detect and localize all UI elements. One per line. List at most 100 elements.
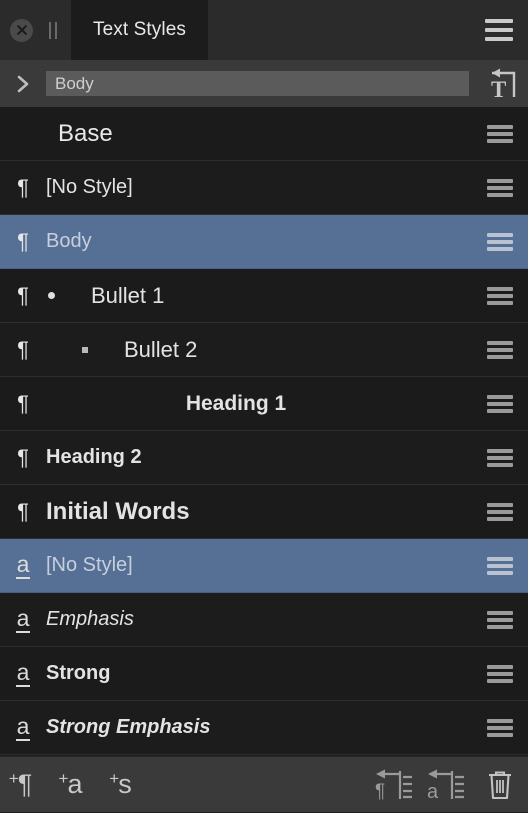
redefine-paragraph-style-button[interactable]: ¶ [368, 757, 420, 813]
row-menu-button[interactable] [472, 718, 528, 737]
style-name: Emphasis [46, 608, 134, 630]
row-menu-button[interactable] [472, 448, 528, 467]
pilcrow-icon: ¶ [17, 174, 29, 200]
pilcrow-icon: ¶ [17, 336, 29, 362]
hamburger-menu-icon [485, 19, 513, 41]
bottom-toolbar: + ¶ + a + s ¶ a [0, 756, 528, 812]
panel-titlebar: Text Styles [0, 0, 528, 60]
row-menu-button[interactable] [472, 286, 528, 305]
style-name: Strong Emphasis [46, 716, 211, 738]
titlebar-filler [207, 0, 470, 60]
section-glyph: s [118, 769, 132, 799]
row-menu-button[interactable] [472, 394, 528, 413]
redefine-paragraph-style-icon: ¶ [375, 769, 412, 802]
list-item[interactable]: a Strong Emphasis [0, 701, 528, 755]
redefine-character-style-icon: a [427, 769, 464, 803]
style-list[interactable]: Base ¶ [No Style] ¶ Body ¶ Bullet 1 ¶ Bu… [0, 107, 528, 756]
new-character-style-icon: + a [58, 769, 83, 799]
expand-tree-button[interactable] [0, 72, 46, 96]
titlebar-left-controls [0, 0, 59, 60]
style-name: Initial Words [46, 497, 190, 525]
row-menu-button[interactable] [472, 232, 528, 251]
bullet-level1-icon [48, 292, 55, 299]
style-name: Heading 2 [46, 446, 142, 468]
hamburger-menu-icon [487, 718, 513, 737]
plus-glyph: + [58, 769, 69, 788]
style-name: Bullet 1 [91, 282, 165, 308]
style-name-row: Bullet 2 [46, 337, 472, 363]
style-name: [No Style] [46, 176, 133, 198]
hamburger-menu-icon [487, 340, 513, 359]
style-name: Base [58, 119, 113, 147]
panel-menu-button[interactable] [470, 0, 528, 60]
hamburger-menu-icon [487, 610, 513, 629]
hamburger-menu-icon [487, 124, 513, 143]
hamburger-menu-icon [487, 394, 513, 413]
character-style-icon: a [15, 605, 31, 633]
hamburger-menu-icon [487, 178, 513, 197]
drag-grip-icon[interactable] [47, 18, 59, 43]
hamburger-menu-icon [487, 448, 513, 467]
new-character-style-button[interactable]: + a [50, 757, 100, 813]
svg-text:¶: ¶ [375, 781, 385, 802]
row-menu-button[interactable] [472, 502, 528, 521]
row-menu-button[interactable] [472, 340, 528, 359]
redefine-character-style-button[interactable]: a [420, 757, 472, 813]
style-name: Bullet 2 [124, 336, 198, 362]
style-name: [No Style] [46, 554, 133, 576]
row-menu-button[interactable] [472, 124, 528, 143]
list-item[interactable]: ¶ Body [0, 215, 528, 269]
tab-label: Text Styles [93, 19, 186, 40]
row-menu-button[interactable] [472, 664, 528, 683]
list-item[interactable]: a Strong [0, 647, 528, 701]
list-item[interactable]: a [No Style] [0, 539, 528, 593]
character-style-icon: a [15, 551, 31, 579]
plus-glyph: + [8, 769, 19, 788]
hamburger-menu-icon [487, 556, 513, 575]
list-item[interactable]: a Emphasis [0, 593, 528, 647]
row-menu-button[interactable] [472, 178, 528, 197]
list-item[interactable]: Base [0, 107, 528, 161]
new-paragraph-style-icon: + ¶ [9, 769, 33, 799]
hamburger-menu-icon [487, 502, 513, 521]
plus-glyph: + [109, 769, 120, 788]
delete-style-button[interactable] [472, 757, 528, 813]
style-name: Heading 1 [185, 391, 287, 415]
style-name-row: Bullet 1 [46, 283, 472, 309]
new-section-style-button[interactable]: + s [100, 757, 150, 813]
apply-text-style-icon: T [491, 68, 516, 102]
row-menu-button[interactable] [472, 556, 528, 575]
bullet-level2-icon [82, 346, 88, 353]
apply-text-style-button[interactable]: T [472, 60, 528, 107]
pilcrow-icon: ¶ [17, 282, 29, 308]
close-icon[interactable] [10, 18, 33, 42]
list-item[interactable]: ¶ Bullet 2 [0, 323, 528, 377]
current-style-value: Body [55, 73, 94, 93]
text-styles-panel: Text Styles Body T Base ¶ [No Style] ¶ B… [0, 0, 528, 812]
current-style-bar: Body T [0, 60, 528, 107]
hamburger-menu-icon [487, 286, 513, 305]
svg-text:T: T [491, 77, 506, 102]
pilcrow-icon: ¶ [17, 228, 29, 254]
chevron-right-icon [17, 75, 29, 92]
list-item[interactable]: ¶ Bullet 1 [0, 269, 528, 323]
tab-text-styles[interactable]: Text Styles [71, 0, 208, 60]
character-glyph: a [67, 769, 83, 799]
trash-icon [489, 770, 511, 799]
svg-text:a: a [427, 781, 439, 803]
pilcrow-icon: ¶ [17, 498, 29, 524]
character-style-icon: a [15, 659, 31, 687]
current-style-field[interactable]: Body [46, 71, 469, 96]
list-item[interactable]: ¶ Heading 1 [0, 377, 528, 431]
paragraph-glyph: ¶ [17, 769, 33, 799]
style-name: Strong [46, 662, 111, 684]
pilcrow-icon: ¶ [17, 390, 29, 416]
hamburger-menu-icon [487, 232, 513, 251]
character-style-icon: a [15, 713, 31, 741]
list-item[interactable]: ¶ Initial Words [0, 485, 528, 539]
list-item[interactable]: ¶ [No Style] [0, 161, 528, 215]
list-item[interactable]: ¶ Heading 2 [0, 431, 528, 485]
new-paragraph-style-button[interactable]: + ¶ [0, 757, 50, 813]
new-section-style-icon: + s [109, 769, 132, 799]
row-menu-button[interactable] [472, 610, 528, 629]
